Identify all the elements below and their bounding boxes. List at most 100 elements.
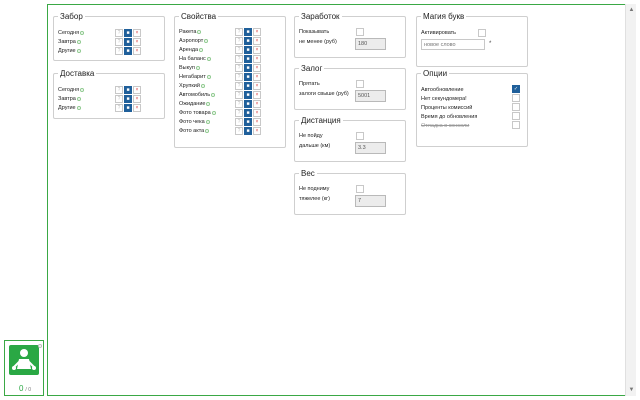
info-icon[interactable] bbox=[76, 106, 81, 110]
state-on-toggle[interactable]: ■ bbox=[124, 29, 132, 37]
state-on-toggle[interactable]: ■ bbox=[124, 104, 132, 112]
ves-heavier-input[interactable]: 7 bbox=[355, 195, 386, 207]
option-console-debug-checkbox[interactable] bbox=[512, 121, 520, 129]
state-any-toggle[interactable]: ? bbox=[115, 38, 123, 46]
state-any-toggle[interactable]: ? bbox=[235, 82, 243, 90]
extension-button[interactable]: 0 / 0 bbox=[4, 340, 44, 396]
zarabotok-min-label: не менее (руб) bbox=[299, 39, 337, 45]
state-off-toggle[interactable]: × bbox=[133, 38, 141, 46]
state-on-toggle[interactable]: ■ bbox=[244, 118, 252, 126]
state-off-toggle[interactable]: × bbox=[253, 100, 261, 108]
state-off-toggle[interactable]: × bbox=[253, 55, 261, 63]
info-icon[interactable] bbox=[206, 102, 211, 106]
state-on-toggle[interactable]: ■ bbox=[124, 95, 132, 103]
zalog-more-input[interactable]: 5001 bbox=[355, 90, 386, 102]
scroll-up-icon[interactable]: ▲ bbox=[626, 5, 637, 15]
state-off-toggle[interactable]: × bbox=[253, 91, 261, 99]
state-on-toggle[interactable]: ■ bbox=[244, 55, 252, 63]
distance-no-go-checkbox[interactable] bbox=[356, 132, 364, 140]
state-off-toggle[interactable]: × bbox=[253, 64, 261, 72]
state-any-toggle[interactable]: ? bbox=[115, 29, 123, 37]
zarabotok-min-row: не менее (руб) bbox=[299, 38, 337, 46]
info-icon[interactable] bbox=[205, 120, 210, 124]
option-no-stopwatch-checkbox[interactable] bbox=[512, 94, 520, 102]
zalog-hide-checkbox[interactable] bbox=[356, 80, 364, 88]
info-icon[interactable] bbox=[199, 48, 204, 52]
info-icon[interactable] bbox=[211, 93, 216, 97]
magic-activate-checkbox[interactable] bbox=[478, 29, 486, 37]
svoystva-tristate: ? ■ × bbox=[235, 55, 262, 63]
group-options-title: Опции bbox=[423, 69, 448, 78]
state-on-toggle[interactable]: ■ bbox=[244, 28, 252, 36]
distance-further-input[interactable]: 3.3 bbox=[355, 142, 386, 154]
state-any-toggle[interactable]: ? bbox=[115, 47, 123, 55]
state-off-toggle[interactable]: × bbox=[133, 29, 141, 37]
state-any-toggle[interactable]: ? bbox=[235, 37, 243, 45]
info-icon[interactable] bbox=[80, 31, 85, 35]
state-on-toggle[interactable]: ■ bbox=[244, 37, 252, 45]
state-any-toggle[interactable]: ? bbox=[235, 127, 243, 135]
info-icon[interactable] bbox=[76, 97, 81, 101]
ves-no-lift-checkbox[interactable] bbox=[356, 185, 364, 193]
state-on-toggle[interactable]: ■ bbox=[244, 109, 252, 117]
state-any-toggle[interactable]: ? bbox=[115, 86, 123, 94]
state-any-toggle[interactable]: ? bbox=[115, 95, 123, 103]
info-icon[interactable] bbox=[76, 40, 81, 44]
state-off-toggle[interactable]: × bbox=[133, 47, 141, 55]
zarabotok-show-row: Показывать bbox=[299, 28, 329, 36]
state-any-toggle[interactable]: ? bbox=[235, 100, 243, 108]
option-time-to-refresh-checkbox[interactable] bbox=[512, 112, 520, 120]
svoystva-tristate: ? ■ × bbox=[235, 37, 262, 45]
state-on-toggle[interactable]: ■ bbox=[124, 47, 132, 55]
info-icon[interactable] bbox=[195, 66, 200, 70]
state-off-toggle[interactable]: × bbox=[253, 82, 261, 90]
state-any-toggle[interactable]: ? bbox=[235, 91, 243, 99]
vertical-scrollbar[interactable]: ▲ ▼ bbox=[625, 4, 636, 396]
info-icon[interactable] bbox=[204, 39, 209, 43]
state-off-toggle[interactable]: × bbox=[253, 37, 261, 45]
magic-word-input[interactable] bbox=[421, 39, 485, 50]
option-commission-percent-checkbox[interactable] bbox=[512, 103, 520, 111]
svoystva-row: Аэропорт bbox=[179, 37, 209, 45]
svoystva-row: Ожидание bbox=[179, 100, 211, 108]
info-icon[interactable] bbox=[76, 49, 81, 53]
info-icon[interactable] bbox=[206, 57, 211, 61]
state-any-toggle[interactable]: ? bbox=[235, 64, 243, 72]
state-on-toggle[interactable]: ■ bbox=[244, 127, 252, 135]
state-off-toggle[interactable]: × bbox=[133, 95, 141, 103]
zarabotok-show-checkbox[interactable] bbox=[356, 28, 364, 36]
info-icon[interactable] bbox=[211, 111, 216, 115]
state-on-toggle[interactable]: ■ bbox=[124, 86, 132, 94]
state-any-toggle[interactable]: ? bbox=[235, 55, 243, 63]
zarabotok-min-input[interactable]: 180 bbox=[355, 38, 386, 50]
state-on-toggle[interactable]: ■ bbox=[124, 38, 132, 46]
info-icon[interactable] bbox=[197, 30, 202, 34]
state-off-toggle[interactable]: × bbox=[253, 28, 261, 36]
info-icon[interactable] bbox=[205, 129, 210, 133]
scroll-down-icon[interactable]: ▼ bbox=[626, 385, 637, 395]
state-any-toggle[interactable]: ? bbox=[235, 28, 243, 36]
state-off-toggle[interactable]: × bbox=[253, 127, 261, 135]
state-off-toggle[interactable]: × bbox=[253, 73, 261, 81]
state-on-toggle[interactable]: ■ bbox=[244, 82, 252, 90]
state-on-toggle[interactable]: ■ bbox=[244, 73, 252, 81]
state-on-toggle[interactable]: ■ bbox=[244, 91, 252, 99]
option-label: Отладка в консоли bbox=[421, 123, 470, 129]
state-on-toggle[interactable]: ■ bbox=[244, 46, 252, 54]
info-icon[interactable] bbox=[200, 84, 205, 88]
state-any-toggle[interactable]: ? bbox=[235, 73, 243, 81]
option-auto-refresh-checkbox[interactable]: ✓ bbox=[512, 85, 520, 93]
info-icon[interactable] bbox=[80, 88, 85, 92]
info-icon[interactable] bbox=[206, 75, 211, 79]
state-off-toggle[interactable]: × bbox=[133, 86, 141, 94]
state-on-toggle[interactable]: ■ bbox=[244, 64, 252, 72]
state-any-toggle[interactable]: ? bbox=[235, 118, 243, 126]
state-off-toggle[interactable]: × bbox=[253, 46, 261, 54]
state-any-toggle[interactable]: ? bbox=[235, 46, 243, 54]
state-any-toggle[interactable]: ? bbox=[235, 109, 243, 117]
state-off-toggle[interactable]: × bbox=[253, 109, 261, 117]
state-off-toggle[interactable]: × bbox=[133, 104, 141, 112]
state-any-toggle[interactable]: ? bbox=[115, 104, 123, 112]
state-on-toggle[interactable]: ■ bbox=[244, 100, 252, 108]
state-off-toggle[interactable]: × bbox=[253, 118, 261, 126]
